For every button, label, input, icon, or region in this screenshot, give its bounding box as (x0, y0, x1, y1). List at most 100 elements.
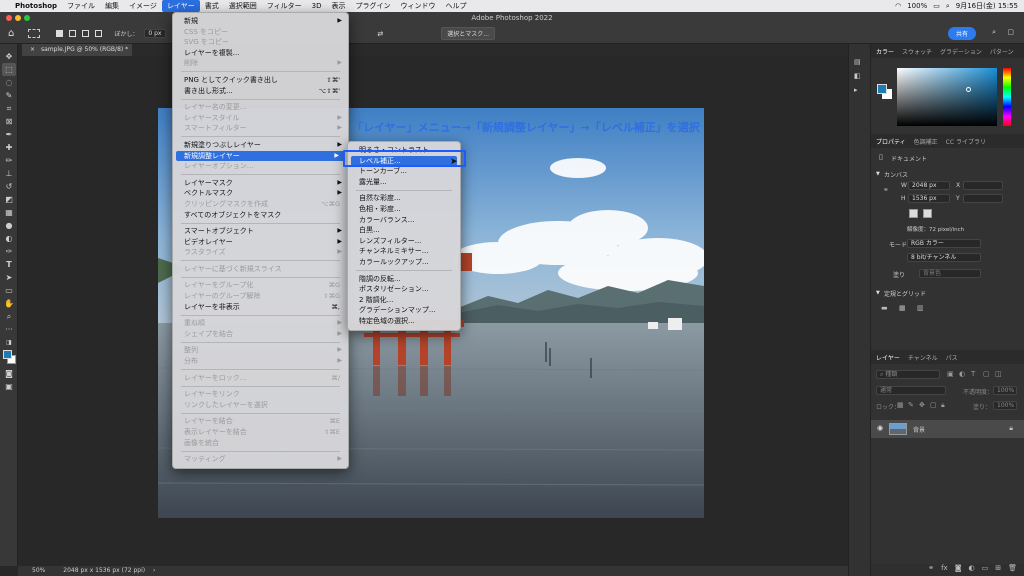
tab-color[interactable]: カラー (876, 47, 894, 56)
move-tool-icon[interactable]: ✥ (2, 50, 16, 63)
history-panel-icon[interactable]: ▤ (854, 58, 865, 66)
search-icon[interactable]: ⌕ (992, 28, 996, 37)
foreground-swatch[interactable] (877, 84, 887, 94)
add-selection-icon[interactable] (69, 30, 77, 37)
x-input[interactable] (963, 181, 1003, 190)
layer-menu-item-19[interactable]: クリッピングマスクを作成 ⌥⌘G (173, 199, 348, 210)
layer-menu-item-13[interactable]: 新規塗りつぶしレイヤー ▶ (173, 140, 348, 151)
bit-depth-select[interactable]: 8 bit/チャンネル (907, 253, 981, 262)
blur-tool-icon[interactable]: ● (2, 219, 16, 232)
layer-menu-item-26[interactable]: レイヤーに基づく新規スライス (173, 264, 348, 275)
layer-menu-item-7[interactable]: 書き出し形式... ⌥⇧⌘' (173, 86, 348, 97)
tab-channels[interactable]: チャンネル (908, 353, 938, 362)
menu-12[interactable]: ヘルプ (440, 0, 471, 12)
canvas-expand-icon[interactable]: ▼ (876, 171, 880, 177)
rectangle-tool-icon[interactable]: ▭ (2, 284, 16, 297)
menu-7[interactable]: フィルター (262, 0, 307, 12)
close-window-button[interactable] (6, 15, 12, 21)
tab-patterns[interactable]: パターン (990, 47, 1014, 56)
battery-icon[interactable]: ▭ (933, 2, 940, 10)
new-layer-icon[interactable]: ⊞ (995, 564, 1001, 576)
layer-menu-item-3[interactable]: レイヤーを複製... (173, 48, 348, 59)
adjustment-menu-item-7[interactable]: カラーバランス... (348, 215, 460, 226)
hand-tool-icon[interactable]: ✋ (2, 297, 16, 310)
zoom-level[interactable]: 50% (32, 567, 45, 574)
layer-menu-item-20[interactable]: すべてのオブジェクトをマスク (173, 210, 348, 221)
layer-style-icon[interactable]: fx (941, 564, 948, 576)
landscape-orientation-icon[interactable] (923, 209, 932, 218)
zoom-window-button[interactable] (24, 15, 30, 21)
saturation-field[interactable] (897, 68, 997, 126)
height-input[interactable]: 1536 px (908, 194, 950, 203)
color-cursor[interactable] (966, 87, 971, 92)
adjustment-menu-item-3[interactable]: 露光量... (348, 177, 460, 188)
layer-menu-item-29[interactable]: レイヤーのグループ解除 ⇧⌘G (173, 291, 348, 302)
portrait-orientation-icon[interactable] (909, 209, 918, 218)
menu-10[interactable]: プラグイン (350, 0, 395, 12)
type-tool-icon[interactable]: T (2, 258, 16, 271)
brush-tool-icon[interactable]: ✏ (2, 154, 16, 167)
quick-select-tool-icon[interactable]: ✎ (2, 89, 16, 102)
new-selection-icon[interactable] (56, 30, 64, 37)
new-group-icon[interactable]: ▭ (982, 564, 989, 576)
more-tools-icon[interactable]: ··· (2, 323, 16, 336)
layer-menu-item-40[interactable]: レイヤーをリンク (173, 389, 348, 400)
dodge-tool-icon[interactable]: ◐ (2, 232, 16, 245)
menu-9[interactable]: 表示 (326, 0, 350, 12)
search-icon[interactable]: ⌕ (946, 2, 950, 11)
layer-menu-item-36[interactable]: 分布 ▶ (173, 356, 348, 367)
layer-menu-item-15[interactable]: レイヤーオプション... (173, 161, 348, 172)
adjustment-menu-item-15[interactable]: 2 階調化... (348, 295, 460, 306)
lock-pixels-icon[interactable]: ✎ (908, 401, 914, 409)
menu-11[interactable]: ウィンドウ (395, 0, 440, 12)
layer-menu-item-1[interactable]: CSS をコピー (173, 27, 348, 38)
menu-4[interactable]: レイヤー (161, 0, 200, 12)
layer-menu-item-6[interactable]: PNG としてクイック書き出し ⇧⌘' (173, 75, 348, 86)
adjustment-menu-item-10[interactable]: チャンネルミキサー... (348, 246, 460, 257)
lock-transparency-icon[interactable]: ▦ (897, 401, 904, 409)
opacity-input[interactable]: 100% (993, 386, 1017, 395)
y-input[interactable] (963, 194, 1003, 203)
status-menu-arrow-icon[interactable]: › (153, 567, 155, 574)
tab-swatches[interactable]: スウォッチ (902, 47, 932, 56)
layer-menu-item-32[interactable]: 重ね順 ▶ (173, 318, 348, 329)
healing-brush-tool-icon[interactable]: ✚ (2, 141, 16, 154)
layer-menu-item-10[interactable]: レイヤースタイル ▶ (173, 113, 348, 124)
blend-mode-select[interactable]: 通常 (876, 386, 946, 395)
grid-icon[interactable]: ▦ (899, 304, 906, 312)
link-icon[interactable]: ⚭ (883, 186, 889, 194)
select-and-mask-button[interactable]: 選択とマスク... (441, 27, 495, 40)
ruler-icon[interactable]: ▬ (881, 304, 888, 312)
layer-menu-item-2[interactable]: SVG をコピー (173, 37, 348, 48)
share-button[interactable]: 共有 (947, 27, 976, 40)
filter-pixel-icon[interactable]: ▣ (947, 370, 954, 378)
layer-menu-item-23[interactable]: ビデオレイヤー ▶ (173, 237, 348, 248)
zoom-tool-icon[interactable]: ⌕ (2, 310, 16, 323)
visibility-eye-icon[interactable]: ◉ (877, 424, 883, 432)
layer-name[interactable]: 背景 (913, 425, 925, 434)
layer-menu-item-0[interactable]: 新規 ▶ (173, 16, 348, 27)
menu-8[interactable]: 3D (307, 0, 327, 12)
document-tab[interactable]: × sample.JPG @ 50% (RGB/8) * (22, 44, 132, 56)
marquee-tool-icon[interactable]: ⬚ (2, 63, 16, 76)
eraser-tool-icon[interactable]: ◩ (2, 193, 16, 206)
layer-menu-item-4[interactable]: 削除 ▶ (173, 58, 348, 69)
hue-slider[interactable] (1003, 68, 1011, 126)
lock-all-icon[interactable]: 🔒︎ (941, 401, 945, 410)
default-colors-icon[interactable]: ◨ (2, 336, 16, 349)
menu-5[interactable]: 書式 (200, 0, 224, 12)
minimize-window-button[interactable] (15, 15, 21, 21)
tab-layers[interactable]: レイヤー (876, 353, 900, 362)
tab-paths[interactable]: パス (946, 353, 958, 362)
layer-menu-item-17[interactable]: レイヤーマスク ▶ (173, 178, 348, 189)
adjustment-menu-item-14[interactable]: ポスタリゼーション... (348, 284, 460, 295)
layer-menu-item-38[interactable]: レイヤーをロック... ⌘/ (173, 373, 348, 384)
adjustment-menu-item-16[interactable]: グラデーションマップ... (348, 305, 460, 316)
menu-1[interactable]: ファイル (62, 0, 100, 12)
layer-menu-item-22[interactable]: スマートオブジェクト ▶ (173, 226, 348, 237)
tab-properties[interactable]: プロパティ (876, 137, 906, 146)
clock[interactable]: 9月16日(金) 15:55 (956, 1, 1018, 11)
link-layers-icon[interactable]: ⚭ (928, 564, 934, 576)
adjustment-menu-item-8[interactable]: 白黒... (348, 225, 460, 236)
layer-menu-item-30[interactable]: レイヤーを非表示 ⌘, (173, 302, 348, 313)
